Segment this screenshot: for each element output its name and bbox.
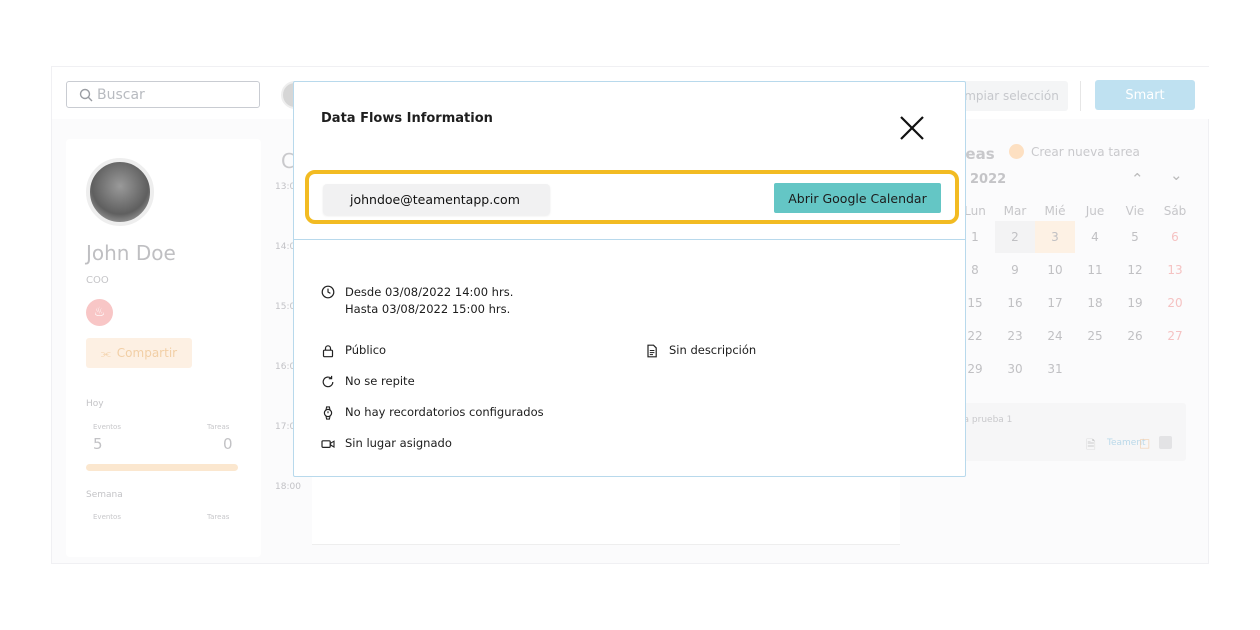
divider xyxy=(1080,81,1081,111)
close-button[interactable] xyxy=(899,115,925,141)
document-icon: 🗎 xyxy=(1086,438,1096,452)
day-cell[interactable]: 5 xyxy=(1115,221,1155,253)
document-icon xyxy=(647,344,657,358)
weekday-label: Sáb xyxy=(1163,204,1187,218)
task-name: ea prueba 1 xyxy=(958,415,1013,425)
highlight-box: johndoe@teamentapp.com Abrir Google Cale… xyxy=(305,170,959,224)
profile-role: COO xyxy=(86,275,109,286)
day-cell[interactable]: 27 xyxy=(1155,320,1195,352)
chevron-down-icon[interactable]: ⌄ xyxy=(1170,166,1183,184)
share-icon: ⫘ xyxy=(100,346,111,360)
visibility-row: Público xyxy=(321,343,386,358)
search-box[interactable] xyxy=(66,81,260,108)
day-cell[interactable]: 24 xyxy=(1035,320,1075,352)
location-text: Sin lugar asignado xyxy=(345,436,452,450)
weekday-label: Jue xyxy=(1085,204,1105,218)
week-label: Semana xyxy=(86,490,123,500)
day-cell[interactable]: 6 xyxy=(1155,221,1195,253)
day-cell[interactable]: 12 xyxy=(1115,254,1155,286)
description-text: Sin descripción xyxy=(669,343,757,357)
day-cell[interactable]: 9 xyxy=(995,254,1035,286)
hour-label: 18:00 xyxy=(275,482,301,492)
fire-icon[interactable]: ♨ xyxy=(86,299,113,326)
search-input[interactable] xyxy=(97,84,255,105)
visibility-text: Público xyxy=(345,343,387,357)
day-cell[interactable]: 19 xyxy=(1115,287,1155,319)
chevron-up-icon[interactable]: ⌃ xyxy=(1131,170,1144,188)
smart-button[interactable]: Smart xyxy=(1095,80,1195,110)
reminders-row: No hay recordatorios configurados xyxy=(321,405,544,420)
avatar xyxy=(86,158,154,226)
calendar-icon: □ xyxy=(1139,436,1151,450)
day-cell[interactable]: 26 xyxy=(1115,320,1155,352)
day-cell[interactable]: 20 xyxy=(1155,287,1195,319)
close-icon xyxy=(900,116,924,140)
day-cell[interactable]: 4 xyxy=(1075,221,1115,253)
day-cell[interactable]: 17 xyxy=(1035,287,1075,319)
weekday-label: Mié xyxy=(1044,204,1066,218)
share-label: Compartir xyxy=(116,345,178,360)
day-cell[interactable]: 18 xyxy=(1075,287,1115,319)
repeat-row: No se repite xyxy=(321,374,415,389)
lock-icon xyxy=(322,345,334,358)
today-events-count: 5 xyxy=(93,435,103,453)
to-text: Hasta 03/08/2022 15:00 hrs. xyxy=(345,302,511,316)
video-icon xyxy=(321,440,335,448)
today-progress-bar xyxy=(86,464,238,471)
profile-card: John Doe COO ♨ ⫘ Compartir Hoy Eventos Ta… xyxy=(66,139,261,557)
week-events-label: Eventos xyxy=(93,513,121,521)
repeat-text: No se repite xyxy=(345,374,415,388)
day-cell[interactable]: 10 xyxy=(1035,254,1075,286)
day-cell[interactable]: 13 xyxy=(1155,254,1195,286)
clock-icon xyxy=(321,285,335,299)
today-tasks-label: Tareas xyxy=(207,423,230,431)
profile-name: John Doe xyxy=(86,241,176,265)
day-cell-selected[interactable]: 3 xyxy=(1035,221,1075,253)
today-events-label: Eventos xyxy=(93,423,121,431)
description-row: Sin descripción xyxy=(645,343,756,358)
open-google-calendar-button[interactable]: Abrir Google Calendar xyxy=(774,183,941,213)
location-row: Sin lugar asignado xyxy=(321,436,452,451)
day-cell[interactable]: 30 xyxy=(995,353,1035,385)
event-time-row: Desde 03/08/2022 14:00 hrs. Hasta 03/08/… xyxy=(321,284,513,318)
day-cell[interactable]: 16 xyxy=(995,287,1035,319)
day-cell[interactable]: 11 xyxy=(1075,254,1115,286)
task-card[interactable]: ea prueba 1 🗎 Teament □ xyxy=(958,403,1186,461)
refresh-icon xyxy=(322,375,334,388)
day-cell[interactable]: 2 xyxy=(995,221,1035,253)
plus-icon xyxy=(1009,144,1024,159)
data-flows-modal: Data Flows Information johndoe@teamentap… xyxy=(293,81,966,477)
email-field[interactable]: johndoe@teamentapp.com xyxy=(323,184,550,215)
search-icon xyxy=(79,88,93,102)
today-label: Hoy xyxy=(86,399,104,409)
week-tasks-label: Tareas xyxy=(207,513,230,521)
weekday-label: Mar xyxy=(1003,204,1027,218)
today-tasks-count: 0 xyxy=(223,435,233,453)
day-cell[interactable]: 31 xyxy=(1035,353,1075,385)
from-text: Desde 03/08/2022 14:00 hrs. xyxy=(345,285,514,299)
day-cell[interactable]: 25 xyxy=(1075,320,1115,352)
task-checkbox[interactable] xyxy=(1159,436,1172,449)
day-cell[interactable]: 23 xyxy=(995,320,1035,352)
watch-icon xyxy=(323,406,333,420)
month-year-label: 2022 xyxy=(970,172,1007,187)
modal-title: Data Flows Information xyxy=(321,111,493,126)
share-button[interactable]: ⫘ Compartir xyxy=(86,338,192,368)
reminders-text: No hay recordatorios configurados xyxy=(345,405,544,419)
create-task-label: Crear nueva tarea xyxy=(1031,144,1140,159)
weekday-label: Vie xyxy=(1125,204,1145,218)
create-task-button[interactable]: Crear nueva tarea xyxy=(1009,144,1140,159)
modal-header: Data Flows Information johndoe@teamentap… xyxy=(294,82,965,240)
